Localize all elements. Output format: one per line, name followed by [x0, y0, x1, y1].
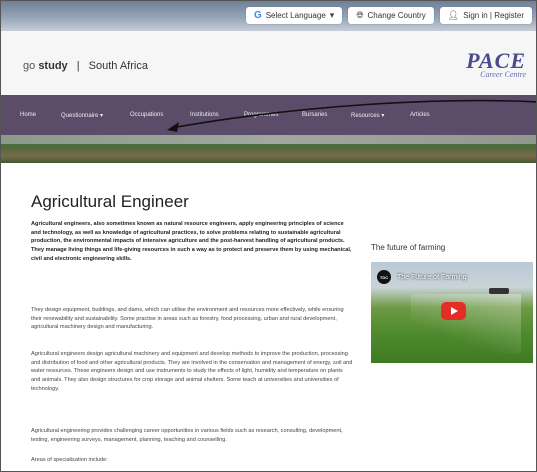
- video-title[interactable]: The Future of Farming: [397, 274, 467, 281]
- main-nav: Home Questionnaire ▾ Occupations Institu…: [1, 95, 536, 135]
- page-title: Agricultural Engineer: [31, 192, 189, 211]
- google-icon: G: [253, 10, 262, 21]
- body-paragraph-1: They design equipment, buildings, and da…: [31, 307, 344, 331]
- nav-item-home[interactable]: Home: [20, 112, 36, 118]
- user-icon: 👤︎: [447, 10, 460, 20]
- site-header: go study | South Africa PACE Career Cent…: [1, 31, 536, 95]
- sign-in-button[interactable]: 👤︎ Sign in | Register: [439, 7, 532, 24]
- video-player[interactable]: TDC The Future of Farming: [371, 262, 533, 363]
- play-icon[interactable]: [441, 302, 466, 320]
- brand-study: study: [38, 60, 68, 72]
- globe-icon: 🌐︎: [356, 10, 364, 20]
- change-country-button[interactable]: 🌐︎ Change Country: [348, 7, 434, 24]
- nav-item-bursaries[interactable]: Bursaries: [302, 112, 327, 118]
- browser-page: G Select Language ▾ 🌐︎ Change Country 👤︎…: [0, 0, 537, 472]
- utility-bar: G Select Language ▾ 🌐︎ Change Country 👤︎…: [245, 7, 532, 24]
- change-country-label: Change Country: [367, 11, 426, 20]
- nav-item-articles[interactable]: Articles: [410, 112, 430, 118]
- video-heading: The future of farming: [371, 243, 446, 252]
- body-paragraph-3: Agricultural engineering provides challe…: [31, 428, 343, 443]
- nav-item-questionnaire[interactable]: Questionnaire ▾: [61, 112, 103, 119]
- channel-avatar[interactable]: TDC: [377, 270, 391, 284]
- body-paragraph-4: Areas of specialisation include:: [31, 457, 108, 463]
- drone-beam: [411, 294, 521, 354]
- hero-sky: [1, 135, 536, 144]
- brand-separator: |: [76, 60, 80, 72]
- nav-item-programmes[interactable]: Programmes: [244, 112, 278, 118]
- nav-item-resources[interactable]: Resources ▾: [351, 112, 384, 119]
- lead-paragraph: Agricultural engineers, also sometimes k…: [31, 221, 352, 262]
- brand-go: go: [23, 60, 36, 72]
- nav-item-institutions[interactable]: Institutions: [190, 112, 219, 118]
- sign-in-label: Sign in | Register: [463, 11, 524, 20]
- hero-landscape-image: [1, 135, 536, 163]
- pace-logo[interactable]: PACE Career Centre: [466, 48, 526, 79]
- chevron-down-icon: ▾: [329, 10, 335, 20]
- drone-image: [489, 288, 509, 294]
- site-brand[interactable]: go study | South Africa: [23, 60, 148, 72]
- select-language-button[interactable]: G Select Language ▾: [245, 7, 343, 24]
- body-paragraph-2: Agricultural engineers design agricultur…: [31, 351, 353, 392]
- brand-region: South Africa: [88, 60, 148, 72]
- nav-item-occupations[interactable]: Occupations: [130, 112, 163, 118]
- select-language-label: Select Language: [265, 11, 326, 20]
